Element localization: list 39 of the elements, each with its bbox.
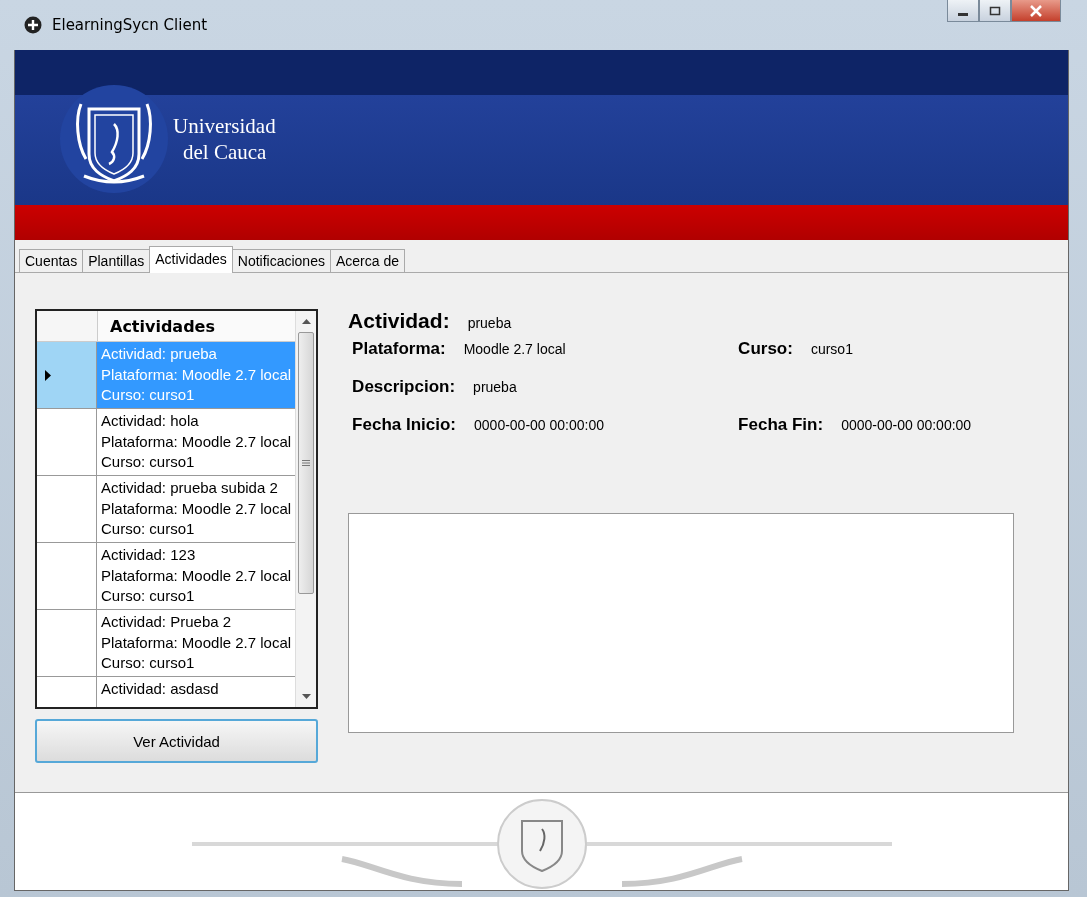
tab[interactable]: Actividades — [149, 246, 233, 273]
plus-circle-icon — [24, 16, 42, 34]
tab[interactable]: Cuentas — [19, 249, 84, 272]
close-button[interactable] — [1011, 0, 1061, 22]
scroll-up-arrow-icon[interactable] — [301, 319, 311, 324]
field-value: prueba — [473, 379, 517, 395]
field-value: 0000-00-00 00:00:00 — [841, 417, 972, 433]
maximize-icon — [989, 5, 1001, 16]
field-label: Plataforma: — [352, 339, 446, 359]
field-label: Fecha Fin: — [738, 415, 824, 435]
close-icon — [1029, 4, 1043, 17]
university-name: del Cauca — [182, 139, 268, 165]
field-label: Actividad: — [348, 309, 450, 333]
scroll-thumb[interactable] — [298, 332, 315, 594]
field-label: Fecha Inicio: — [352, 415, 457, 435]
field-label: Descripcion: — [352, 377, 456, 397]
field-value: Moodle 2.7 local — [463, 341, 566, 357]
pointer-arrow-icon — [45, 369, 51, 381]
field-label: Curso: — [738, 339, 793, 359]
row-header[interactable] — [37, 342, 97, 408]
scrollbar[interactable] — [295, 311, 317, 707]
grid-cell[interactable]: Actividad: hola Plataforma: Moodle 2.7 local Curso: curso1 — [97, 409, 296, 475]
grid-cell[interactable]: Actividad: 123 Plataforma: Moodle 2.7 local Curso: curso1 — [97, 543, 296, 609]
field-value: curso1 — [810, 341, 853, 357]
tab[interactable]: Acerca de — [329, 249, 405, 272]
university-name: Universidad — [173, 113, 276, 139]
grid-cell[interactable]: Actividad: prueba subida 2 Plataforma: Moodle 2.7 local Curso: curso1 — [97, 476, 296, 542]
scroll-down-arrow-icon[interactable] — [301, 694, 311, 699]
minimize-button[interactable] — [947, 0, 979, 22]
grid-cell[interactable]: Actividad: Prueba 2 Plataforma: Moodle 2.7 local Curso: curso1 — [97, 610, 296, 676]
window-title: ElearningSycn Client — [52, 16, 208, 34]
field-value: prueba — [467, 315, 512, 331]
field-value: 0000-00-00 00:00:00 — [474, 417, 605, 433]
column-header[interactable]: Actividades — [98, 311, 296, 341]
grid-cell[interactable]: Actividad: asdasd — [97, 677, 296, 707]
minimize-icon — [958, 12, 968, 16]
maximize-button[interactable] — [979, 0, 1011, 22]
grip-lines-icon — [302, 460, 311, 466]
view-activity-button[interactable]: Ver Actividad — [35, 719, 319, 763]
